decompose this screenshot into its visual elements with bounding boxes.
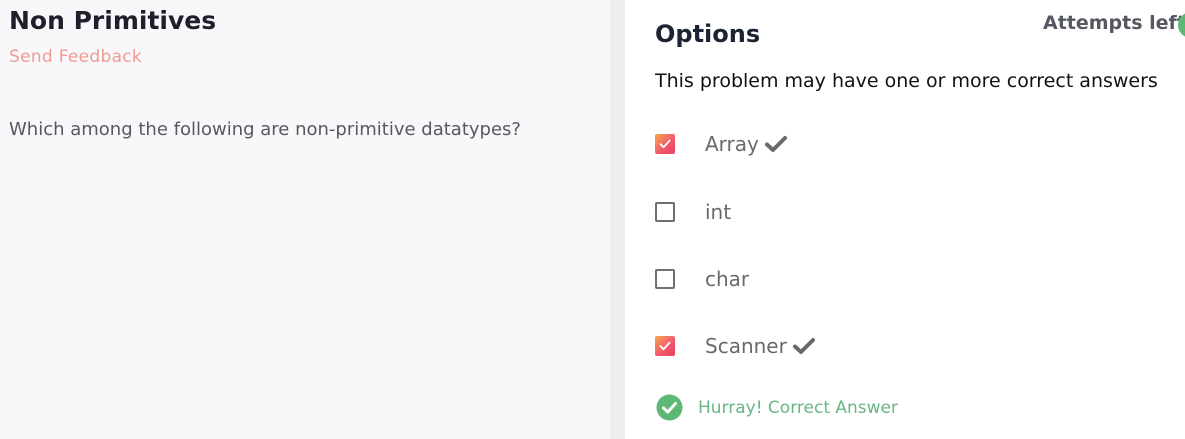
option-label: int	[705, 200, 732, 224]
option-label: Scanner	[705, 334, 787, 358]
send-feedback-link[interactable]: Send Feedback	[9, 47, 142, 67]
options-panel: Options Attempts left: This problem may …	[625, 0, 1185, 439]
option-label: char	[705, 267, 750, 291]
result-text: Hurray! Correct Answer	[698, 397, 898, 418]
attempts-left-label: Attempts left:	[1043, 12, 1185, 34]
question-text: Which among the following are non-primit…	[9, 119, 521, 140]
pane-divider[interactable]	[610, 0, 625, 439]
check-icon	[659, 341, 671, 351]
option-scanner[interactable]: Scanner	[655, 331, 815, 361]
problem-panel: Non Primitives Send Feedback Which among…	[0, 0, 610, 439]
option-checkbox[interactable]	[655, 134, 675, 154]
check-icon	[659, 139, 671, 149]
option-checkbox[interactable]	[655, 269, 675, 289]
option-checkbox[interactable]	[655, 202, 675, 222]
option-int[interactable]: int	[655, 197, 731, 227]
answer-hint: This problem may have one or more correc…	[655, 70, 1158, 92]
checkmark-icon	[792, 338, 815, 354]
options-title: Options	[655, 20, 761, 48]
problem-title: Non Primitives	[9, 6, 217, 35]
option-label: Array	[705, 132, 759, 156]
checkmark-icon	[764, 136, 787, 152]
option-array[interactable]: Array	[655, 129, 787, 159]
check-circle-icon	[656, 394, 683, 421]
result-message: Hurray! Correct Answer	[656, 394, 898, 421]
option-char[interactable]: char	[655, 264, 749, 294]
option-checkbox[interactable]	[655, 336, 675, 356]
